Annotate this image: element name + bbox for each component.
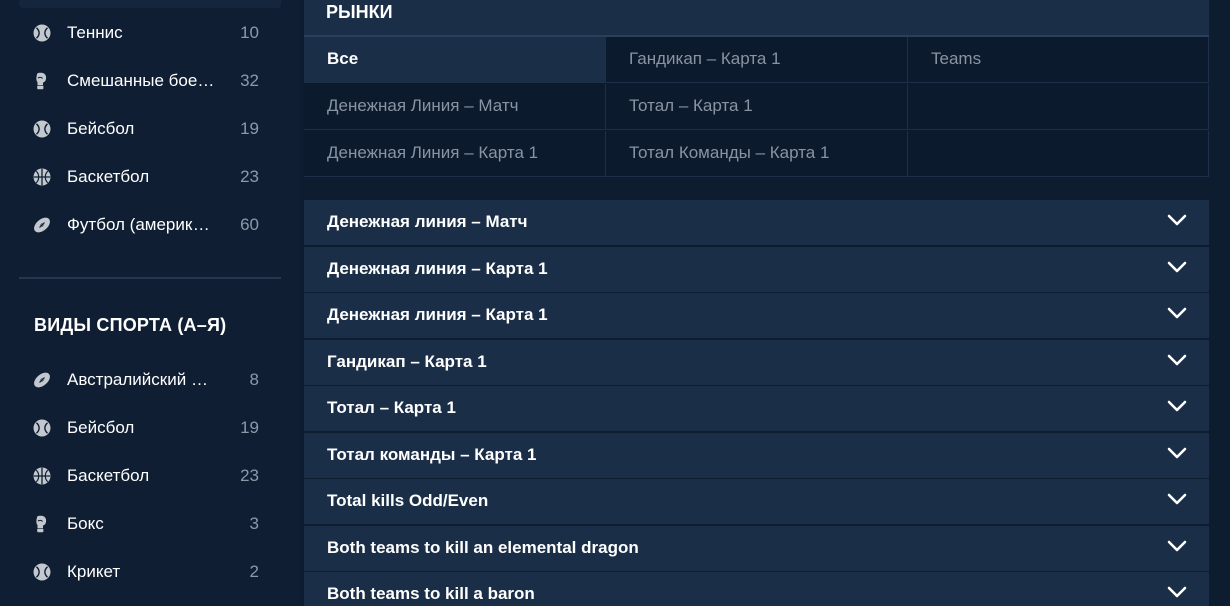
sport-item-label: Футбол (американский)	[67, 215, 217, 234]
sport-event-count: 8	[249, 370, 259, 389]
market-accordion-label: Total kills Odd/Even	[327, 491, 489, 510]
market-filter-empty-cell	[908, 84, 1209, 130]
chevron-down-icon[interactable]	[1167, 306, 1187, 320]
sport-event-count: 23	[240, 466, 259, 485]
market-accordion-row[interactable]: Тотал команды – Карта 1	[304, 432, 1209, 478]
boxing-glove-icon	[33, 72, 51, 90]
market-accordion-row[interactable]: Both teams to kill an elemental dragon	[304, 525, 1209, 571]
sport-event-count: 2	[249, 562, 259, 581]
market-accordion-row[interactable]: Денежная линия – Карта 1	[304, 246, 1209, 292]
sport-item-label: Бейсбол	[67, 119, 135, 138]
market-filter-tab[interactable]: Тотал Команды – Карта 1	[606, 131, 908, 177]
sport-item-2[interactable]: Бейсбол 19	[19, 404, 281, 452]
chevron-down-icon[interactable]	[1167, 585, 1187, 599]
market-accordion-label: Both teams to kill a baron	[327, 584, 535, 603]
sport-item-5[interactable]: Футбол (американский) 60	[19, 201, 281, 249]
cricket-ball-icon	[33, 563, 51, 581]
market-accordion-label: Both teams to kill an elemental dragon	[327, 537, 639, 557]
sport-item-3[interactable]: Баскетбол 23	[19, 452, 281, 500]
chevron-down-icon[interactable]	[1167, 260, 1187, 274]
sports-sidebar: Теннис10 Смешанные боевые искусства32 Бе…	[0, 0, 300, 606]
market-filter-tab[interactable]: Тотал – Карта 1	[606, 84, 908, 130]
sport-item-4[interactable]: Баскетбол 23	[19, 153, 281, 201]
sport-item-5[interactable]: Крикет 2	[19, 548, 281, 596]
sport-event-count: 10	[240, 23, 259, 42]
market-accordion-label: Денежная линия – Карта 1	[327, 305, 548, 324]
sport-item-1[interactable]: Австралийский футбол 8	[19, 356, 281, 404]
chevron-down-icon[interactable]	[1167, 399, 1187, 413]
chevron-down-icon[interactable]	[1167, 213, 1187, 227]
sport-item-label: Австралийский футбол	[67, 370, 217, 389]
sport-item-4[interactable]: Бокс 3	[19, 500, 281, 548]
market-filter-tab[interactable]: Все	[304, 37, 606, 83]
market-accordion-label: Денежная линия – Матч	[327, 212, 528, 231]
sport-event-count: 19	[240, 418, 259, 437]
sport-item-label: Баскетбол	[67, 466, 150, 485]
market-accordion-row[interactable]: Денежная линия – Матч	[304, 200, 1209, 245]
sport-item-label: Смешанные боевые искусства	[67, 71, 217, 90]
market-accordion-row[interactable]: Гандикап – Карта 1	[304, 339, 1209, 385]
sport-item-label: Бокс	[67, 514, 104, 533]
app-root: Теннис10 Смешанные боевые искусства32 Бе…	[0, 0, 1230, 606]
basketball-icon	[33, 168, 51, 186]
market-filter-grid: Все Гандикап – Карта 1 Teams Денежная Линия…	[304, 37, 1209, 177]
markets-title: РЫНКИ	[326, 2, 393, 22]
sport-item-label: Баскетбол	[67, 167, 150, 186]
market-filter-tab[interactable]: Teams	[908, 37, 1209, 83]
sport-event-count: 3	[249, 514, 259, 533]
chevron-down-icon[interactable]	[1167, 446, 1187, 460]
sport-event-count: 60	[240, 215, 259, 234]
chevron-down-icon[interactable]	[1167, 353, 1187, 367]
market-accordion-row[interactable]: Total kills Odd/Even	[304, 479, 1209, 524]
market-accordion-label: Гандикап – Карта 1	[327, 351, 487, 371]
markets-panel: РЫНКИ Все Гандикап – Карта 1 Teams Денежная…	[304, 0, 1209, 177]
market-accordion-row[interactable]: Both teams to kill a baron	[304, 572, 1209, 606]
rugby-ball-icon	[33, 371, 51, 389]
sport-event-count: 23	[240, 167, 259, 186]
sport-item-2[interactable]: Смешанные боевые искусства 32	[19, 57, 281, 105]
sport-item-label: Крикет	[67, 562, 121, 581]
market-accordion-label: Тотал – Карта 1	[327, 398, 456, 417]
sidebar-top-card-edge	[19, 0, 281, 8]
sport-event-count: 32	[240, 71, 259, 90]
market-accordion-label: Денежная линия – Карта 1	[327, 258, 548, 278]
market-accordion-label: Тотал команды – Карта 1	[327, 444, 537, 464]
baseball-icon	[33, 419, 51, 437]
markets-header: РЫНКИ	[304, 0, 1209, 37]
chevron-down-icon[interactable]	[1167, 492, 1187, 506]
chevron-down-icon[interactable]	[1167, 539, 1187, 553]
sport-event-count: 19	[240, 119, 259, 138]
sport-item-1[interactable]: Теннис 10	[19, 9, 281, 57]
sport-item-label: Бейсбол	[67, 418, 135, 437]
market-filter-empty-cell	[908, 131, 1209, 177]
basketball-icon	[33, 467, 51, 485]
market-accordion-row[interactable]: Тотал – Карта 1	[304, 386, 1209, 431]
sport-item-3[interactable]: Бейсбол 19	[19, 105, 281, 153]
market-filter-tab[interactable]: Денежная Линия – Карта 1	[304, 131, 606, 177]
baseball-icon	[33, 120, 51, 138]
american-football-icon	[33, 216, 51, 234]
all-sports-heading: ВИДЫ СПОРТА (А–Я)	[34, 315, 227, 335]
market-filter-tab[interactable]: Денежная Линия – Матч	[304, 84, 606, 130]
market-accordion-row[interactable]: Денежная линия – Карта 1	[304, 293, 1209, 338]
boxing-glove-icon	[33, 515, 51, 533]
market-filter-tab[interactable]: Гандикап – Карта 1	[606, 37, 908, 83]
tennis-ball-icon	[33, 24, 51, 42]
sidebar-divider	[19, 277, 281, 279]
sport-item-label: Теннис	[67, 23, 123, 42]
